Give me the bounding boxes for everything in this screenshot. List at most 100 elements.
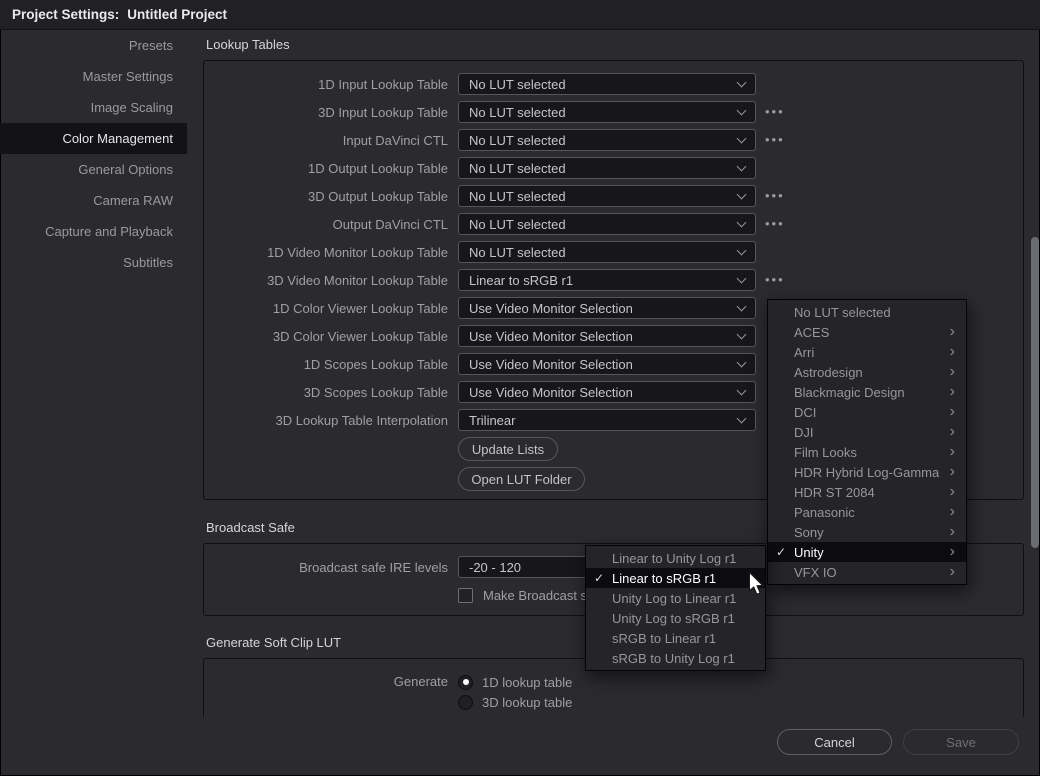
submenu-item-unity-log-to-srgb-r1[interactable]: ✓ Unity Log to sRGB r1 (586, 608, 765, 628)
setting-label: 1D Color Viewer Lookup Table (204, 301, 448, 316)
dropdown-value: No LUT selected (469, 217, 738, 232)
more-options-icon[interactable]: ••• (765, 275, 785, 285)
dropdown-value: No LUT selected (469, 245, 738, 260)
menu-item-panasonic[interactable]: ✓ Panasonic › (768, 502, 966, 522)
save-button[interactable]: Save (903, 729, 1019, 755)
dropdown-3d-lut-interpolation[interactable]: Trilinear (458, 409, 756, 431)
more-options-icon[interactable]: ••• (765, 107, 785, 117)
setting-label: Output DaVinci CTL (204, 217, 448, 232)
submenu-arrow-icon: › (950, 467, 955, 477)
setting-label: 3D Output Lookup Table (204, 189, 448, 204)
dropdown-value: No LUT selected (469, 189, 738, 204)
chevron-down-icon (737, 133, 747, 143)
dropdown-value: Use Video Monitor Selection (469, 385, 738, 400)
submenu-item-srgb-to-linear-r1[interactable]: ✓ sRGB to Linear r1 (586, 628, 765, 648)
dropdown-3d-scopes-lut[interactable]: Use Video Monitor Selection (458, 381, 756, 403)
submenu-arrow-icon: › (950, 427, 955, 437)
sidebar-item-presets[interactable]: Presets (0, 30, 187, 61)
submenu-item-unity-log-to-linear-r1[interactable]: ✓ Unity Log to Linear r1 (586, 588, 765, 608)
setting-label: 1D Scopes Lookup Table (204, 357, 448, 372)
dropdown-value: No LUT selected (469, 77, 738, 92)
chevron-down-icon (737, 273, 747, 283)
setting-row: Output DaVinci CTL No LUT selected ••• (204, 210, 1023, 238)
menu-item-dci[interactable]: ✓ DCI › (768, 402, 966, 422)
menu-item-vfx-io[interactable]: ✓ VFX IO › (768, 562, 966, 582)
open-lut-folder-button[interactable]: Open LUT Folder (458, 467, 585, 491)
menu-item-film-looks[interactable]: ✓ Film Looks › (768, 442, 966, 462)
menu-item-hdr-st-2084[interactable]: ✓ HDR ST 2084 › (768, 482, 966, 502)
menu-item-arri[interactable]: ✓ Arri › (768, 342, 966, 362)
dropdown-3d-video-monitor-lut[interactable]: Linear to sRGB r1 (458, 269, 756, 291)
menu-item-no-lut-selected[interactable]: ✓ No LUT selected › (768, 302, 966, 322)
radio-label: 1D lookup table (482, 675, 572, 690)
menu-item-aces[interactable]: ✓ ACES › (768, 322, 966, 342)
chevron-down-icon (737, 189, 747, 199)
lut-selection-menu: ✓ No LUT selected › ✓ ACES › ✓ Arri › ✓ … (767, 299, 967, 585)
menu-item-astrodesign[interactable]: ✓ Astrodesign › (768, 362, 966, 382)
menu-item-sony[interactable]: ✓ Sony › (768, 522, 966, 542)
dropdown-3d-input-lut[interactable]: No LUT selected (458, 101, 756, 123)
submenu-item-linear-to-srgb-r1[interactable]: ✓ Linear to sRGB r1 (586, 568, 765, 588)
sidebar-item-subtitles[interactable]: Subtitles (0, 247, 187, 278)
menu-item-dji[interactable]: ✓ DJI › (768, 422, 966, 442)
dropdown-1d-output-lut[interactable]: No LUT selected (458, 157, 756, 179)
setting-label: 3D Scopes Lookup Table (204, 385, 448, 400)
radio-option: 3D lookup table (458, 692, 572, 712)
setting-row: 1D Input Lookup Table No LUT selected (204, 70, 1023, 98)
setting-row: 3D Video Monitor Lookup Table Linear to … (204, 266, 1023, 294)
more-options-icon[interactable]: ••• (765, 135, 785, 145)
dropdown-1d-input-lut[interactable]: No LUT selected (458, 73, 756, 95)
check-icon: ✓ (586, 571, 612, 585)
submenu-item-linear-to-unity-log-r1[interactable]: ✓ Linear to Unity Log r1 (586, 548, 765, 568)
setting-row: 3D Input Lookup Table No LUT selected ••… (204, 98, 1023, 126)
window-title-prefix: Project Settings: (12, 7, 119, 22)
submenu-item-srgb-to-unity-log-r1[interactable]: ✓ sRGB to Unity Log r1 (586, 648, 765, 668)
setting-row: Generate 1D lookup table 3D lookup table (204, 672, 1023, 712)
dropdown-1d-video-monitor-lut[interactable]: No LUT selected (458, 241, 756, 263)
setting-label: 3D Lookup Table Interpolation (204, 413, 448, 428)
chevron-down-icon (737, 385, 747, 395)
unity-lut-submenu: ✓ Linear to Unity Log r1 ✓ Linear to sRG… (585, 545, 766, 671)
sidebar-item-image-scaling[interactable]: Image Scaling (0, 92, 187, 123)
setting-label: Generate (204, 672, 448, 712)
setting-row: Input DaVinci CTL No LUT selected ••• (204, 126, 1023, 154)
update-lists-button[interactable]: Update Lists (458, 437, 558, 461)
submenu-arrow-icon: › (950, 387, 955, 397)
make-broadcast-safe-checkbox[interactable] (458, 588, 473, 603)
dropdown-1d-scopes-lut[interactable]: Use Video Monitor Selection (458, 353, 756, 375)
radio-3d-lookup-table[interactable] (458, 695, 473, 710)
sidebar-item-master-settings[interactable]: Master Settings (0, 61, 187, 92)
chevron-down-icon (737, 105, 747, 115)
dropdown-1d-color-viewer-lut[interactable]: Use Video Monitor Selection (458, 297, 756, 319)
radio-group: 1D lookup table 3D lookup table (458, 672, 572, 712)
chevron-down-icon (737, 329, 747, 339)
cancel-button[interactable]: Cancel (777, 729, 892, 755)
submenu-arrow-icon: › (950, 487, 955, 497)
check-icon: ✓ (768, 545, 794, 559)
sidebar-item-color-management[interactable]: Color Management (0, 123, 187, 154)
more-options-icon[interactable]: ••• (765, 191, 785, 201)
submenu-arrow-icon: › (950, 327, 955, 337)
menu-item-hdr-hybrid-log-gamma[interactable]: ✓ HDR Hybrid Log-Gamma › (768, 462, 966, 482)
dropdown-3d-color-viewer-lut[interactable]: Use Video Monitor Selection (458, 325, 756, 347)
more-options-icon[interactable]: ••• (765, 219, 785, 229)
sidebar-item-camera-raw[interactable]: Camera RAW (0, 185, 187, 216)
setting-label: 3D Color Viewer Lookup Table (204, 329, 448, 344)
window-title-project: Untitled Project (127, 7, 227, 22)
radio-1d-lookup-table[interactable] (458, 675, 473, 690)
dropdown-output-davinci-ctl[interactable]: No LUT selected (458, 213, 756, 235)
dropdown-3d-output-lut[interactable]: No LUT selected (458, 185, 756, 207)
project-settings-window: Project Settings: Untitled Project Prese… (0, 0, 1040, 776)
mouse-cursor-icon (747, 572, 765, 596)
section-heading-generate-soft-clip-lut: Generate Soft Clip LUT (206, 635, 341, 650)
menu-item-blackmagic-design[interactable]: ✓ Blackmagic Design › (768, 382, 966, 402)
dropdown-value: Use Video Monitor Selection (469, 357, 738, 372)
setting-row: 1D Output Lookup Table No LUT selected (204, 154, 1023, 182)
title-bar: Project Settings: Untitled Project (0, 0, 1040, 30)
chevron-down-icon (737, 77, 747, 87)
dropdown-input-davinci-ctl[interactable]: No LUT selected (458, 129, 756, 151)
sidebar-item-general-options[interactable]: General Options (0, 154, 187, 185)
menu-item-unity[interactable]: ✓ Unity › (768, 542, 966, 562)
vertical-scrollbar-thumb[interactable] (1031, 237, 1039, 548)
sidebar-item-capture-and-playback[interactable]: Capture and Playback (0, 216, 187, 247)
